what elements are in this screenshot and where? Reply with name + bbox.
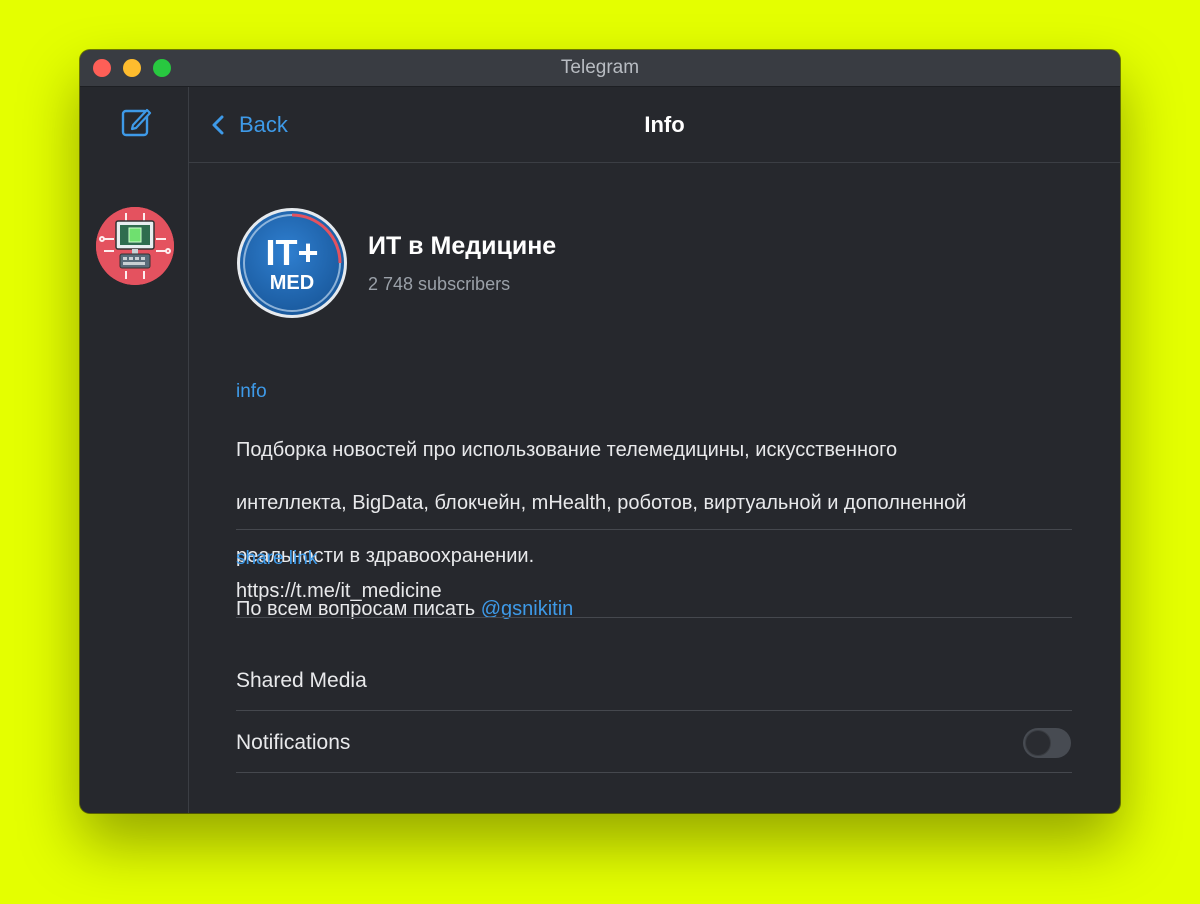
toggle-knob bbox=[1025, 730, 1051, 756]
title-bar: Telegram bbox=[80, 50, 1120, 87]
divider bbox=[236, 772, 1072, 773]
chat-avatar-it-medicine[interactable] bbox=[96, 207, 174, 285]
share-link-url[interactable]: https://t.me/it_medicine bbox=[236, 578, 442, 604]
info-header: Back Info bbox=[189, 87, 1120, 163]
description-line: интеллекта, BigData, блокчейн, mHealth, … bbox=[236, 491, 967, 514]
subscriber-count: 2 748 subscribers bbox=[368, 274, 511, 294]
info-section-label: info bbox=[236, 381, 267, 402]
chat-sidebar bbox=[80, 87, 189, 813]
info-panel: Back Info IT+ MED ИТ в Медицине 2 748 su… bbox=[189, 87, 1120, 813]
compose-icon[interactable] bbox=[120, 106, 152, 138]
divider bbox=[236, 529, 1072, 530]
divider bbox=[236, 617, 1072, 618]
avatar-text-top: IT+ bbox=[265, 232, 318, 273]
channel-avatar[interactable]: IT+ MED bbox=[236, 207, 348, 319]
notifications-label: Notifications bbox=[236, 731, 351, 754]
divider bbox=[236, 710, 1072, 711]
share-link-label: share link bbox=[236, 548, 318, 569]
description-line: реальности в здравоохранении. bbox=[236, 544, 535, 567]
window-title: Telegram bbox=[560, 57, 640, 78]
notifications-toggle[interactable] bbox=[1023, 728, 1071, 758]
telegram-window: Telegram Back Info IT+ MED ИТ в Медицине… bbox=[80, 50, 1120, 813]
channel-name: ИТ в Медицине bbox=[368, 232, 557, 260]
shared-media-row[interactable]: Shared Media bbox=[236, 667, 367, 695]
page-title: Info bbox=[644, 112, 685, 137]
description-line: Подборка новостей про использование теле… bbox=[236, 438, 898, 461]
avatar-text-bottom: MED bbox=[270, 272, 314, 294]
